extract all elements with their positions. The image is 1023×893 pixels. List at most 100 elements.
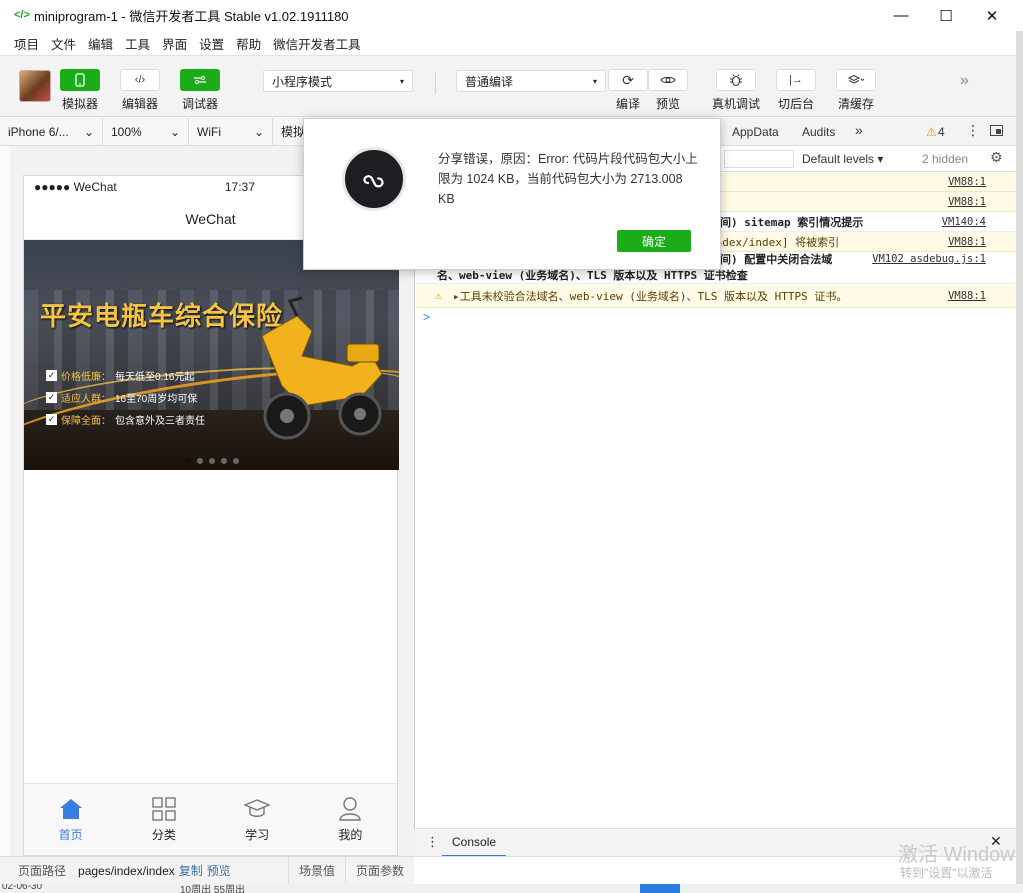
- code-icon: ‹/›: [120, 69, 160, 91]
- bullet-key: 适应人群：: [61, 394, 111, 405]
- more-tabs-icon[interactable]: »: [855, 122, 863, 138]
- check-icon: ✓: [46, 414, 57, 425]
- menu-project[interactable]: 项目: [14, 34, 39, 53]
- grid-icon: [152, 797, 176, 821]
- preview-button[interactable]: 预览: [648, 69, 688, 112]
- debugger-button[interactable]: 调试器: [180, 69, 220, 112]
- status-date: 02-06-30: [2, 884, 43, 892]
- carousel-dot[interactable]: [196, 458, 203, 464]
- page-params-button[interactable]: 页面参数: [344, 856, 414, 885]
- compile-mode-value: 普通编译: [465, 74, 514, 89]
- clear-cache-label: 清缓存: [837, 97, 874, 111]
- bullet-key: 价格低廉：: [61, 372, 111, 383]
- status-indicator: [640, 884, 680, 893]
- console-message: ▸工具未校验合法域名、web-view (业务域名)、TLS 版本以及 HTTP…: [453, 289, 848, 303]
- console-source-link[interactable]: VM88:1: [948, 196, 986, 208]
- mode-select[interactable]: 小程序模式 ▾: [263, 70, 413, 92]
- zoom-value: 100%: [111, 124, 142, 139]
- carousel-indicator[interactable]: [24, 458, 399, 464]
- menu-tools[interactable]: 工具: [125, 34, 150, 53]
- menu-wechat-devtools[interactable]: 微信开发者工具: [273, 34, 361, 53]
- share-error-dialog: 分享错误，原因：Error: 代码片段代码包大小上限为 1024 KB，当前代码…: [303, 118, 721, 270]
- drawer-menu-icon[interactable]: ⋮: [426, 834, 439, 850]
- copy-link[interactable]: 复制: [179, 862, 203, 879]
- filter-input[interactable]: [724, 150, 794, 168]
- carousel-dot[interactable]: [208, 458, 215, 464]
- console-prompt[interactable]: >: [423, 310, 430, 324]
- ok-button[interactable]: 确定: [617, 230, 691, 252]
- debugger-label: 调试器: [181, 97, 218, 111]
- menu-file[interactable]: 文件: [51, 34, 76, 53]
- mode-select-value: 小程序模式: [272, 74, 333, 89]
- background-button[interactable]: |→ 切后台: [776, 69, 816, 112]
- clear-cache-button[interactable]: 清缓存: [836, 69, 876, 112]
- tab-category[interactable]: 分类: [117, 784, 210, 855]
- warning-count: 4: [938, 125, 945, 139]
- status-line: 02-06-30 10周出 55周出: [0, 884, 1023, 893]
- console-source-link[interactable]: VM140:4: [942, 216, 986, 228]
- carrier-text: ●●●●● WeChat: [34, 180, 117, 194]
- network-select[interactable]: WiFi ⌄: [189, 117, 273, 146]
- toolbar-more-icon[interactable]: »: [960, 72, 969, 90]
- menu-view[interactable]: 界面: [162, 34, 187, 53]
- left-cutoff-strip: [0, 146, 10, 856]
- bug-icon: [716, 69, 756, 91]
- undock-icon[interactable]: [990, 125, 1003, 139]
- chevron-down-icon: ⌄: [169, 124, 180, 139]
- log-levels-select[interactable]: Default levels ▾: [802, 152, 883, 166]
- console-message: index/index] 将被索引: [709, 235, 840, 249]
- background-label: 切后台: [777, 97, 814, 111]
- tab-mine[interactable]: 我的: [304, 784, 397, 855]
- compile-label: 编译: [615, 97, 640, 111]
- bullet-text: 包含意外及三者责任: [115, 416, 205, 427]
- devtools-menu-icon[interactable]: ⋮: [966, 122, 980, 139]
- menu-edit[interactable]: 编辑: [88, 34, 113, 53]
- layers-icon: [836, 69, 876, 91]
- menu-settings[interactable]: 设置: [199, 34, 224, 53]
- tab-label: 分类: [151, 828, 176, 842]
- tab-home[interactable]: 首页: [24, 784, 117, 855]
- carousel-dot[interactable]: [232, 458, 239, 464]
- tab-console[interactable]: Console: [442, 829, 507, 857]
- menu-help[interactable]: 帮助: [236, 34, 261, 53]
- window-title: miniprogram-1 - 微信开发者工具 Stable v1.02.191…: [34, 9, 349, 24]
- scene-value-button[interactable]: 场景值: [287, 856, 345, 885]
- bullet-key: 保障全面：: [61, 416, 111, 427]
- editor-button[interactable]: ‹/› 编辑器: [120, 69, 160, 112]
- remote-debug-button[interactable]: 真机调试: [712, 69, 760, 112]
- clock-text: 17:37: [224, 180, 255, 194]
- maximize-button[interactable]: ☐: [923, 0, 969, 31]
- menu-bar: 项目 文件 编辑 工具 界面 设置 帮助 微信开发者工具: [0, 31, 1023, 55]
- avatar[interactable]: [19, 70, 51, 102]
- graduation-cap-icon: [244, 799, 271, 817]
- compile-mode-select[interactable]: 普通编译 ▾: [456, 70, 606, 92]
- simulator-footer: 页面路径 pages/index/index 复制 预览 场景值 页面参数: [0, 856, 414, 885]
- carousel-dot[interactable]: [220, 458, 227, 464]
- close-window-button[interactable]: ✕: [969, 0, 1015, 31]
- console-source-link[interactable]: VM88:1: [948, 236, 986, 248]
- carousel-dot[interactable]: [184, 458, 191, 464]
- warning-icon: ⚠: [926, 125, 937, 139]
- tab-appdata[interactable]: AppData: [732, 125, 779, 139]
- device-select[interactable]: iPhone 6/... ⌄: [0, 117, 103, 146]
- console-source-link[interactable]: VM88:1: [948, 176, 986, 188]
- tab-audits[interactable]: Audits: [802, 125, 835, 139]
- warning-icon: ⚠: [435, 289, 442, 302]
- main-toolbar: 模拟器 ‹/› 编辑器 调试器 小程序模式 ▾ 普通编译 ▾ ⟳ 编译 预览 真…: [0, 55, 1016, 117]
- zoom-select[interactable]: 100% ⌄: [103, 117, 189, 146]
- console-source-link[interactable]: VM102 asdebug.js:1: [872, 253, 986, 265]
- compile-button[interactable]: ⟳ 编译: [608, 69, 648, 112]
- check-icon: ✓: [46, 392, 57, 403]
- preview-link[interactable]: 预览: [207, 862, 231, 879]
- console-source-link[interactable]: VM88:1: [948, 290, 986, 302]
- title-bar: </> miniprogram-1 - 微信开发者工具 Stable v1.02…: [0, 0, 1023, 31]
- user-icon: [339, 797, 362, 821]
- gear-icon[interactable]: ⚙: [990, 149, 1003, 166]
- device-value: iPhone 6/...: [8, 124, 69, 139]
- minimize-button[interactable]: —: [878, 0, 924, 31]
- simulator-button[interactable]: 模拟器: [60, 69, 100, 112]
- scooter-image: [261, 296, 383, 440]
- tab-study[interactable]: 学习: [211, 784, 304, 855]
- remote-debug-label: 真机调试: [712, 97, 761, 111]
- banner-carousel[interactable]: 平安电瓶车综合保险 ✓ 价格低廉： 每天低至0.16元起 ✓ 适应人群： 16至…: [24, 240, 399, 470]
